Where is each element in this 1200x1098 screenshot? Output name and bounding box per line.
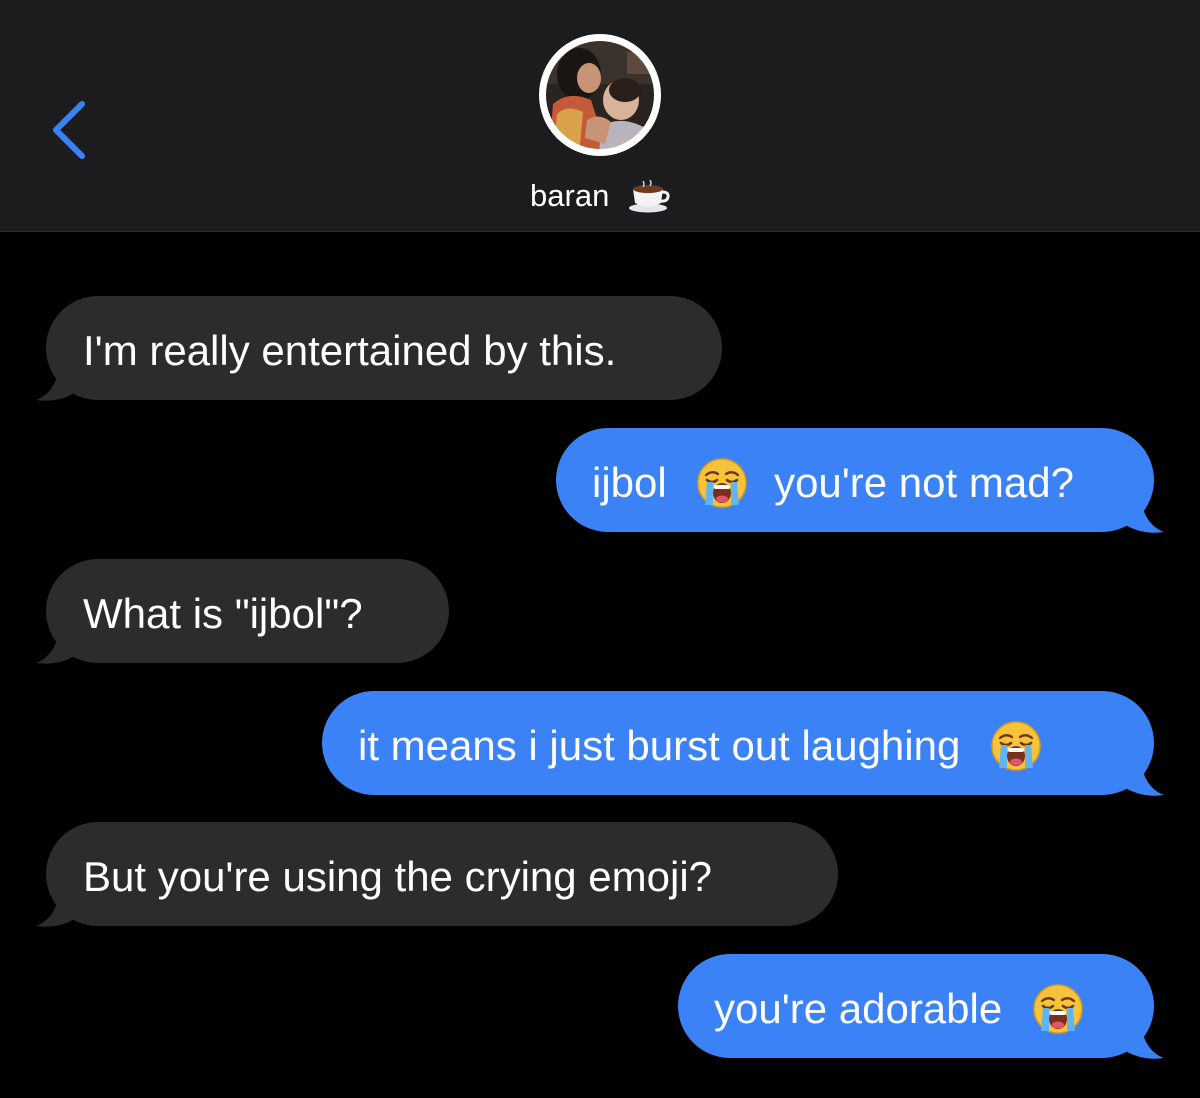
message-text: ijbol (592, 458, 667, 506)
bubble-tail (36, 372, 76, 401)
bubble-tail (1124, 504, 1164, 533)
outgoing-message-bubble[interactable]: you're adorable (678, 954, 1154, 1058)
incoming-message-bubble[interactable]: I'm really entertained by this. (46, 296, 722, 400)
back-button[interactable] (38, 92, 98, 168)
contact-name-text: baran (530, 177, 610, 213)
message-text: What is "ijbol"? (83, 589, 363, 637)
contact-photo (540, 35, 660, 155)
message-text: it means i just burst out laughing (358, 721, 961, 769)
chevron-left-icon (53, 101, 85, 159)
contact-name[interactable]: baran (0, 174, 1200, 216)
avatar[interactable] (539, 34, 661, 156)
outgoing-message-bubble[interactable]: ijbol you're not mad? (556, 428, 1154, 532)
message-text-continued: you're not mad? (774, 458, 1074, 506)
loudly-crying-face-icon (990, 720, 1042, 772)
message-thread: I'm really entertained by this. ijbol yo… (0, 232, 1200, 1098)
conversation-header: baran (0, 0, 1200, 232)
loudly-crying-face-icon (1032, 983, 1084, 1035)
bubble-tail (36, 898, 76, 927)
incoming-message-bubble[interactable]: What is "ijbol"? (46, 559, 449, 663)
hot-beverage-icon (628, 179, 670, 213)
message-text: But you're using the crying emoji? (83, 852, 713, 900)
message-text: I'm really entertained by this. (83, 326, 617, 374)
bubble-tail (1124, 767, 1164, 796)
loudly-crying-face-icon (696, 457, 748, 509)
message-text: you're adorable (714, 984, 1003, 1032)
outgoing-message-bubble[interactable]: it means i just burst out laughing (322, 691, 1154, 795)
bubble-tail (36, 635, 76, 664)
bubble-tail (1124, 1030, 1164, 1059)
incoming-message-bubble[interactable]: But you're using the crying emoji? (46, 822, 838, 926)
